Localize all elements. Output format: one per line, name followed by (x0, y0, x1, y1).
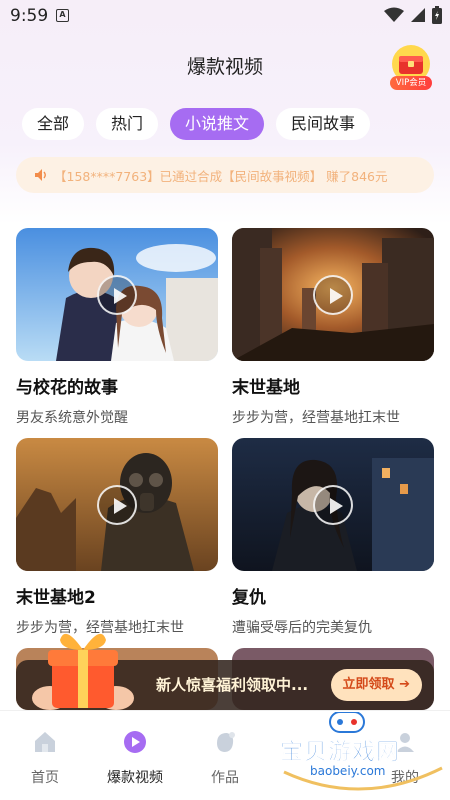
video-thumbnail[interactable] (16, 438, 218, 571)
video-card[interactable]: 末世基地 步步为营，经营基地扛末世 (232, 228, 434, 427)
notification-a-icon: A (56, 9, 69, 22)
video-icon (124, 731, 146, 753)
gift-box-icon (32, 633, 134, 710)
card-subtitle: 男友系统意外觉醒 (16, 410, 128, 426)
battery-icon (432, 6, 442, 24)
nav-home[interactable]: 首页 (5, 729, 85, 787)
home-icon (35, 732, 55, 752)
arrow-right-icon: ➔ (399, 677, 410, 692)
tab-folk-story[interactable]: 民间故事 (276, 108, 371, 140)
category-tabs: 全部 热门 小说推文 民间故事 (22, 108, 371, 140)
claim-now-button[interactable]: 立即领取 ➔ (330, 669, 422, 701)
play-icon[interactable] (313, 485, 353, 525)
status-time: 9:59 (10, 6, 49, 26)
wifi-icon (384, 7, 404, 22)
video-thumbnail[interactable] (16, 228, 218, 361)
notice-text: 【158****7763】已通过合成【民间故事视频】 赚了846元 (54, 168, 388, 184)
watermark-text: 宝贝游戏网 (280, 739, 400, 766)
tab-all[interactable]: 全部 (22, 108, 85, 140)
signal-icon (411, 8, 425, 22)
tab-novel[interactable]: 小说推文 (170, 108, 265, 140)
works-icon (217, 732, 235, 752)
video-thumbnail[interactable] (232, 228, 434, 361)
tab-hot[interactable]: 热门 (96, 108, 159, 140)
nav-works[interactable]: 作品 (185, 729, 265, 787)
card-title: 末世基地 (232, 378, 300, 398)
video-thumbnail[interactable] (232, 438, 434, 571)
nav-video[interactable]: 爆款视频 (95, 729, 175, 787)
play-icon[interactable] (97, 485, 137, 525)
video-card[interactable]: 与校花的故事 男友系统意外觉醒 (16, 228, 218, 427)
page-title: 爆款视频 (186, 56, 263, 78)
card-title: 末世基地2 (16, 588, 96, 608)
header: 爆款视频 VIP会员 (0, 40, 450, 90)
watermark-url: baobeiy.com (304, 764, 392, 778)
card-subtitle: 遭骗受辱后的完美复仇 (232, 620, 372, 636)
card-title: 与校花的故事 (16, 378, 118, 398)
video-card[interactable]: 复仇 遭骗受辱后的完美复仇 (232, 438, 434, 637)
status-bar: 9:59 A (0, 0, 450, 32)
watermark: 宝贝游戏网 baobeiy.com (276, 711, 448, 798)
promo-text: 新人惊喜福利领取中... (156, 676, 309, 694)
card-title: 复仇 (232, 588, 266, 608)
nav-video-label: 爆款视频 (107, 770, 163, 786)
play-icon[interactable] (313, 275, 353, 315)
nav-home-label: 首页 (31, 770, 59, 786)
vip-button[interactable]: VIP会员 (388, 44, 434, 90)
notice-banner: 【158****7763】已通过合成【民间故事视频】 赚了846元 (16, 157, 434, 193)
speaker-icon (35, 169, 46, 181)
nav-works-label: 作品 (211, 770, 239, 786)
play-icon[interactable] (97, 275, 137, 315)
status-icons (384, 6, 442, 24)
video-card[interactable]: 末世基地2 步步为营，经营基地扛末世 (16, 438, 218, 637)
card-subtitle: 步步为营，经营基地扛末世 (232, 410, 400, 426)
vip-label: VIP会员 (390, 76, 432, 90)
claim-now-label: 立即领取 (342, 677, 395, 692)
